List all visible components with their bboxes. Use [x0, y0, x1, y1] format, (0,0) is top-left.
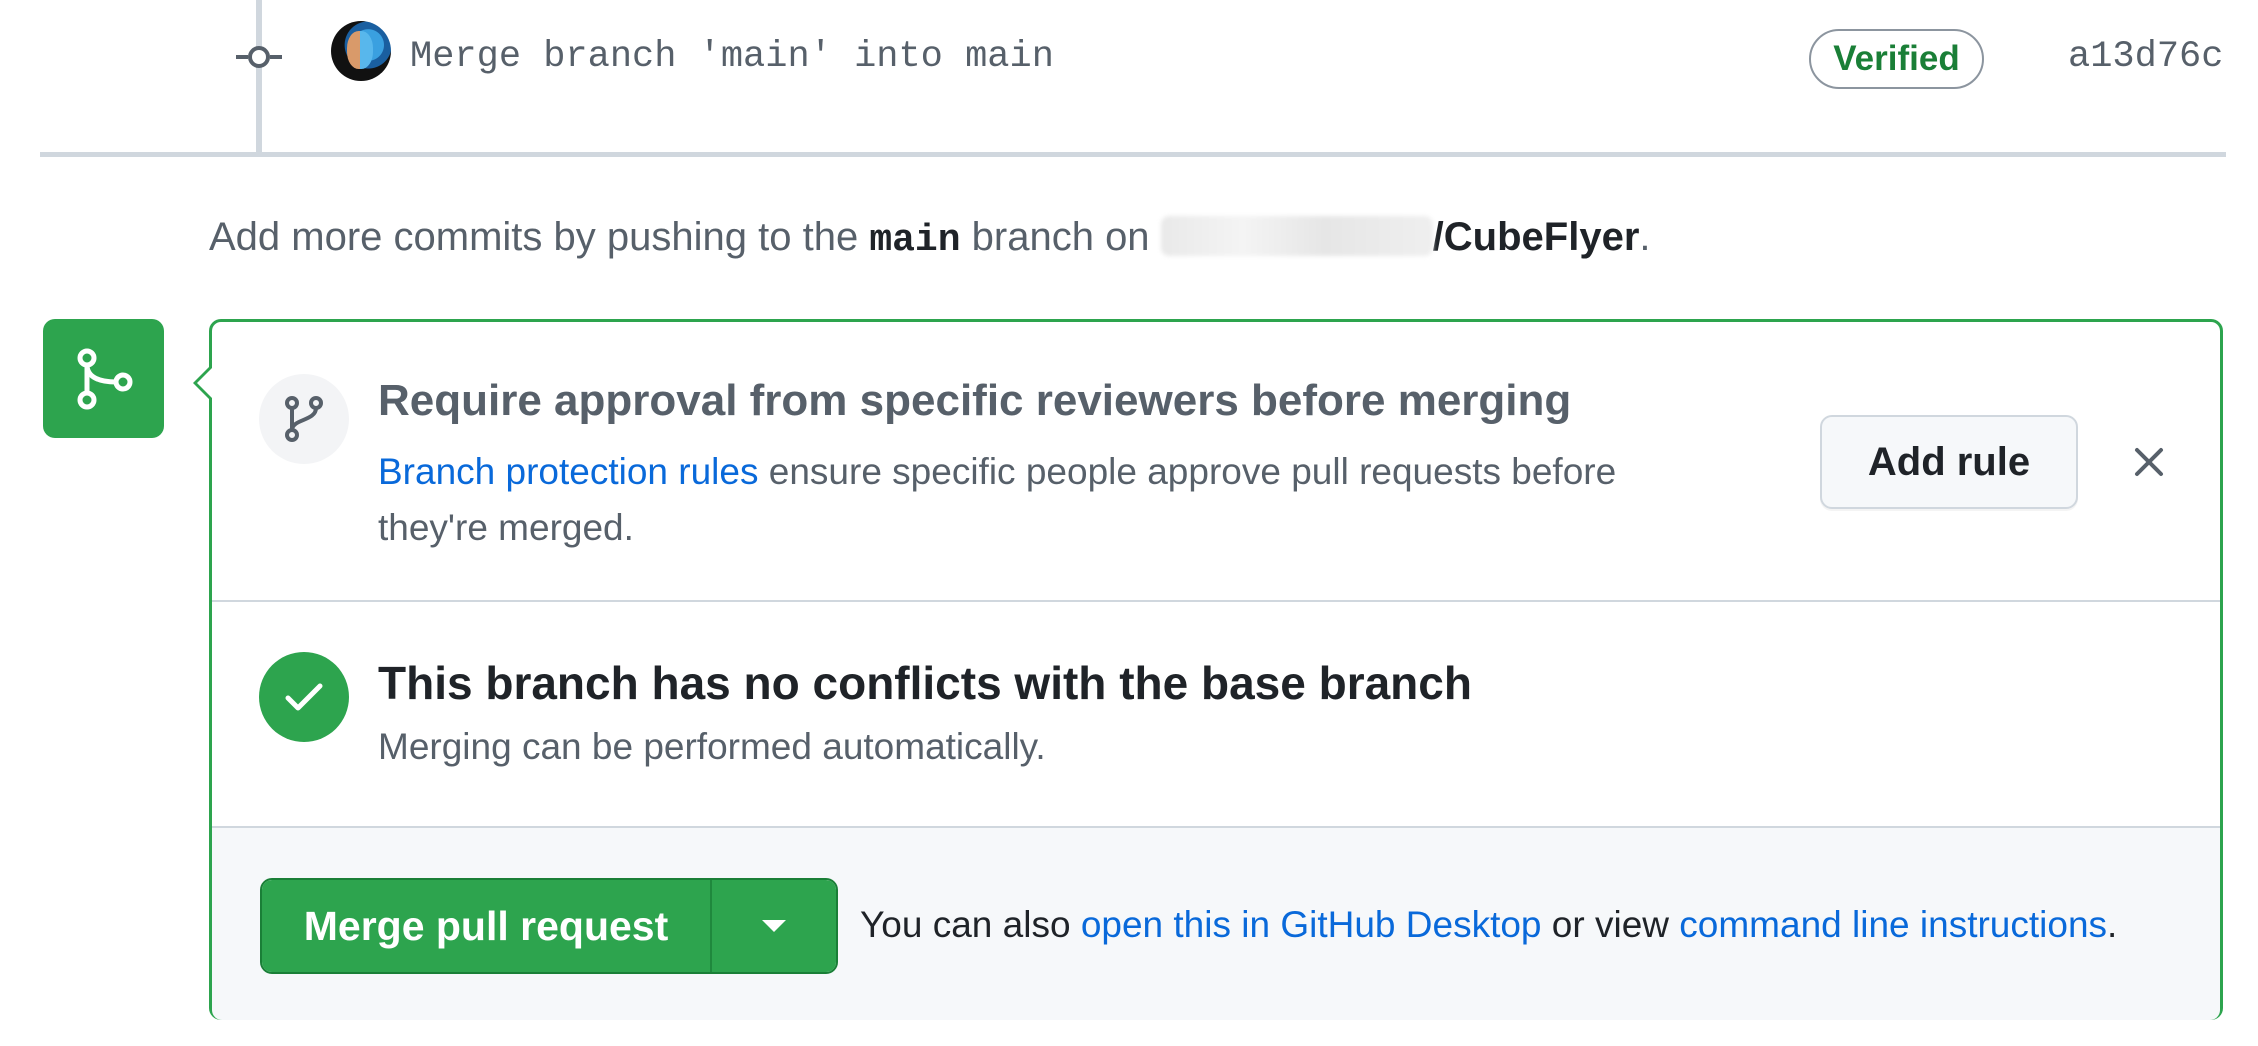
conflicts-status: This branch has no conflicts with the ba…: [212, 602, 2220, 828]
command-line-link[interactable]: command line instructions: [1679, 904, 2107, 945]
timeline-line: [256, 0, 262, 156]
merge-options-dropdown[interactable]: [712, 880, 836, 972]
merge-button-group: Merge pull request: [260, 878, 838, 974]
branch-protection-prompt: Require approval from specific reviewers…: [212, 322, 2220, 602]
merge-actions: Merge pull request You can also open thi…: [212, 828, 2220, 1020]
github-desktop-link[interactable]: open this in GitHub Desktop: [1081, 904, 1542, 945]
avatar[interactable]: [331, 21, 391, 81]
conflicts-title: This branch has no conflicts with the ba…: [378, 657, 1472, 709]
merge-pull-request-button[interactable]: Merge pull request: [262, 880, 712, 972]
add-rule-button[interactable]: Add rule: [1820, 415, 2078, 509]
branch-protection-link[interactable]: Branch protection rules: [378, 451, 758, 492]
divider: [40, 152, 2226, 157]
period: .: [2107, 904, 2118, 945]
conflicts-subtitle: Merging can be performed automatically.: [378, 726, 1046, 767]
commit-sha[interactable]: a13d76c: [2068, 36, 2223, 78]
merge-status-badge: [43, 319, 164, 438]
push-hint-middle: branch on: [960, 215, 1161, 259]
dismiss-close-icon[interactable]: [2127, 440, 2171, 484]
also-prefix: You can also: [860, 904, 1081, 945]
check-icon: [259, 652, 349, 742]
verified-badge[interactable]: Verified: [1809, 29, 1984, 89]
caret-down-icon: [762, 920, 786, 932]
redacted-owner: [1160, 216, 1433, 256]
git-branch-icon: [285, 396, 323, 442]
commit-message[interactable]: Merge branch 'main' into main: [410, 36, 1054, 78]
rule-description: Branch protection rules ensure specific …: [378, 444, 1708, 556]
push-hint: Add more commits by pushing to the main …: [209, 215, 1651, 262]
push-hint-suffix: .: [1639, 215, 1651, 259]
branch-icon-wrap: [259, 374, 349, 464]
push-hint-prefix: Add more commits by pushing to the: [209, 215, 870, 259]
commit-icon: [236, 46, 282, 68]
branch-name: main: [869, 219, 961, 262]
or-view-text: or view: [1541, 904, 1680, 945]
merge-box: Require approval from specific reviewers…: [193, 319, 2223, 1020]
rule-title: Require approval from specific reviewers…: [378, 376, 1572, 425]
merge-alternatives: You can also open this in GitHub Desktop…: [860, 904, 2117, 946]
git-merge-icon: [77, 348, 132, 409]
repo-name: /CubeFlyer: [1432, 215, 1640, 259]
